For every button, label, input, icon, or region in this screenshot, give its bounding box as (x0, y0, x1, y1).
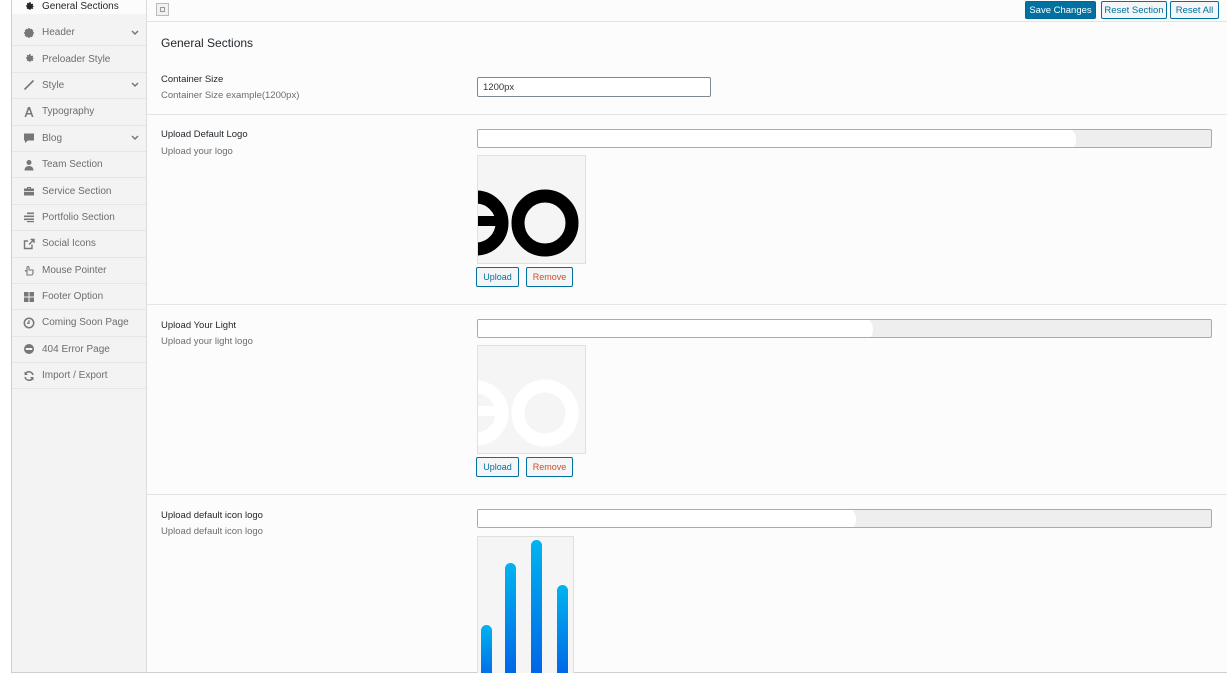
sidebar-item-service-section[interactable]: Service Section (12, 178, 146, 205)
sidebar-item-team-section[interactable]: Team Section (12, 152, 146, 179)
container-size-input[interactable] (477, 77, 711, 97)
sidebar-item-label: Mouse Pointer (42, 264, 107, 276)
default-logo-url-field[interactable] (477, 129, 1212, 148)
light-logo-description: Upload your light logo (161, 336, 253, 347)
sidebar-item-style[interactable]: Style (12, 73, 146, 100)
light-logo-label: Upload Your Light (161, 320, 237, 331)
chevron-down-icon[interactable] (131, 135, 139, 141)
light-logo-remove-button[interactable]: Remove (526, 457, 573, 477)
divider (147, 494, 1227, 495)
font-icon (23, 106, 35, 118)
sidebar-item-label: Coming Soon Page (42, 317, 129, 329)
sidebar-item-label: Team Section (42, 159, 103, 171)
icon-logo-label: Upload default icon logo (161, 510, 263, 521)
list-align-icon (23, 211, 35, 223)
sidebar-item-label: General Sections (42, 1, 119, 12)
reset-all-button[interactable]: Reset All (1170, 1, 1219, 19)
gear-icon (23, 1, 35, 13)
brush-icon (23, 79, 35, 91)
default-logo-description: Upload your logo (161, 146, 233, 157)
sidebar-item-typography[interactable]: Typography (12, 99, 146, 126)
sidebar-item-portfolio-section[interactable]: Portfolio Section (12, 205, 146, 232)
sidebar-item-label: Social Icons (42, 238, 96, 250)
sidebar-item-social-icons[interactable]: Social Icons (12, 231, 146, 258)
divider (147, 114, 1227, 115)
default-logo-preview (477, 155, 586, 264)
expand-options-button[interactable] (156, 3, 169, 16)
sidebar-item-blog[interactable]: Blog (12, 126, 146, 152)
minus-circle-icon (23, 343, 35, 355)
sidebar-item-label: Footer Option (42, 291, 104, 303)
sidebar-item-mouse-pointer[interactable]: Mouse Pointer (12, 258, 146, 284)
sidebar-item-label: Typography (42, 106, 95, 118)
light-logo-upload-button[interactable]: Upload (476, 457, 519, 477)
light-logo-url-field[interactable] (477, 319, 1212, 338)
grid-icon (23, 291, 35, 303)
sidebar-item-label: Style (42, 79, 65, 91)
sidebar-item-label: Import / Export (42, 370, 108, 382)
share-box-icon (23, 238, 35, 250)
user-icon (23, 159, 35, 171)
chevron-down-icon[interactable] (131, 82, 139, 88)
main-content: General Sections Container Size Containe… (147, 22, 1227, 673)
sidebar-item-label: Portfolio Section (42, 211, 115, 223)
expand-icon (160, 7, 165, 12)
reset-section-button[interactable]: Reset Section (1101, 1, 1167, 19)
sidebar-nav: General Sections Header Preloader Style … (12, 0, 147, 672)
sidebar-item-label: Service Section (42, 185, 112, 197)
page-title: General Sections (161, 36, 254, 50)
default-logo-remove-button[interactable]: Remove (526, 267, 573, 287)
cog-icon (23, 53, 35, 65)
hand-pointer-icon (23, 264, 35, 276)
icon-logo-description: Upload default icon logo (161, 526, 263, 537)
icon-logo-url-field[interactable] (477, 509, 1212, 528)
sidebar-item-footer-option[interactable]: Footer Option (12, 284, 146, 311)
chevron-down-icon[interactable] (131, 30, 139, 36)
gear-small-icon (23, 27, 35, 39)
sidebar-item-general-sections[interactable]: General Sections (12, 0, 146, 14)
sidebar-item-header[interactable]: Header (12, 20, 146, 47)
save-changes-button[interactable]: Save Changes (1025, 1, 1096, 19)
refresh-icon (23, 370, 35, 382)
container-size-label: Container Size (161, 74, 224, 85)
sidebar-item-label: 404 Error Page (42, 343, 110, 355)
sidebar-item-import-export[interactable]: Import / Export (12, 363, 146, 390)
default-logo-label: Upload Default Logo (161, 129, 248, 140)
icon-logo-preview (477, 536, 574, 673)
sidebar-item-404-error-page[interactable]: 404 Error Page (12, 337, 146, 364)
briefcase-icon (23, 185, 35, 197)
default-logo-upload-button[interactable]: Upload (476, 267, 519, 287)
sidebar-item-coming-soon-page[interactable]: Coming Soon Page (12, 310, 146, 337)
container-size-description: Container Size example(1200px) (161, 90, 300, 101)
clock-icon (23, 317, 35, 329)
options-toolbar: Save Changes Reset Section Reset All (147, 0, 1227, 22)
divider (147, 304, 1227, 305)
comment-icon (23, 132, 35, 144)
sidebar-item-preloader-style[interactable]: Preloader Style (12, 46, 146, 73)
sidebar-item-label: Preloader Style (42, 53, 111, 65)
light-logo-preview (477, 345, 586, 454)
sidebar-item-label: Blog (42, 132, 63, 144)
sidebar-item-label: Header (42, 27, 75, 39)
options-panel: General Sections Header Preloader Style … (11, 0, 1227, 673)
